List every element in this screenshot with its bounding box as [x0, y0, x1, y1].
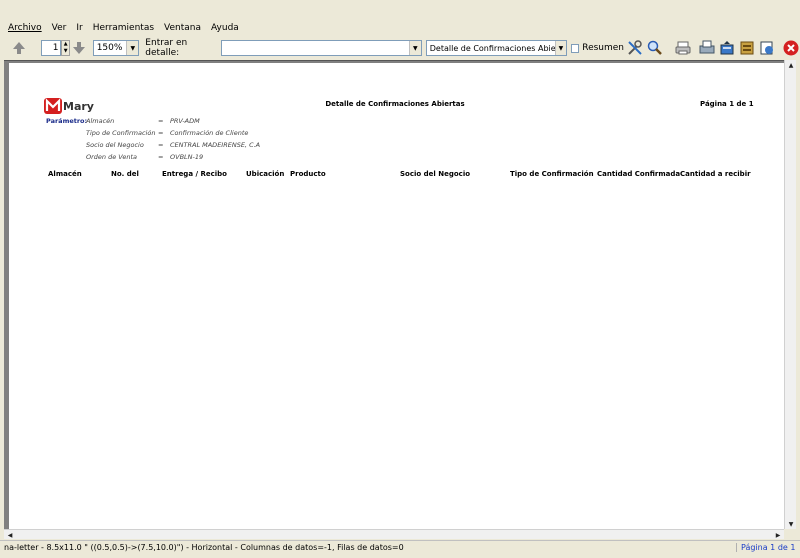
- param-equals: =: [158, 141, 164, 149]
- archive-icon: [740, 41, 754, 55]
- parameter-label: Parámetro:: [46, 117, 88, 125]
- column-header-no-del: No. del: [111, 170, 139, 178]
- report-value: Detalle de Confirmaciones Abiertas: [429, 43, 555, 53]
- zoom-value: 150%: [96, 43, 123, 53]
- spin-up-icon[interactable]: ▲: [62, 41, 68, 48]
- tools-icon: [628, 40, 642, 55]
- summary-label: Resumen: [582, 43, 625, 53]
- toolbar: 1 ▲ ▼ 150% ▼ Entrar en detalle: ▼ Detall…: [0, 37, 800, 59]
- report-page-number: Página 1 de 1: [700, 100, 754, 108]
- param-name: Almacén: [86, 117, 115, 125]
- vertical-scrollbar[interactable]: ▲ ▼: [784, 60, 796, 529]
- param-name: Orden de Venta: [86, 153, 138, 161]
- scroll-down-icon[interactable]: ▼: [785, 519, 797, 529]
- arrow-down-icon: [73, 42, 86, 54]
- status-bar: na-letter - 8.5x11.0 " ((0.5,0.5)->(7.5,…: [0, 540, 800, 554]
- param-name: Socio del Negocio: [86, 141, 144, 149]
- print-setup-icon: [699, 40, 715, 54]
- column-header-cantidad-recibir: Cantidad a recibir: [680, 170, 751, 178]
- status-text: na-letter - 8.5x11.0 " ((0.5,0.5)->(7.5,…: [4, 543, 404, 552]
- report-icon: [760, 41, 774, 55]
- scroll-right-icon[interactable]: ▶: [772, 530, 784, 540]
- page-down-button[interactable]: [72, 40, 87, 56]
- export-button[interactable]: [718, 39, 736, 57]
- arrow-up-icon: [13, 42, 26, 54]
- param-equals: =: [158, 153, 164, 161]
- param-name: Tipo de Confirmación: [86, 129, 156, 137]
- menu-ayuda[interactable]: Ayuda: [211, 23, 239, 33]
- zoom-select[interactable]: 150% ▼: [92, 40, 140, 56]
- close-icon: [783, 40, 799, 56]
- page-spinner[interactable]: ▲ ▼: [61, 40, 70, 56]
- save-report-button[interactable]: [758, 39, 776, 57]
- archive-button[interactable]: [738, 39, 756, 57]
- menu-herramientas[interactable]: Herramientas: [93, 23, 154, 33]
- page-number-field[interactable]: 1: [40, 40, 62, 56]
- summary-checkbox[interactable]: [570, 43, 580, 53]
- param-equals: =: [158, 129, 164, 137]
- chevron-down-icon[interactable]: ▼: [126, 41, 139, 55]
- chevron-down-icon[interactable]: ▼: [408, 41, 421, 55]
- scroll-left-icon[interactable]: ◀: [4, 530, 16, 540]
- menu-ventana[interactable]: Ventana: [164, 23, 201, 33]
- column-header-ubicacion: Ubicación: [246, 170, 285, 178]
- column-header-cantidad-confirmada: Cantidad Confirmada: [597, 170, 681, 178]
- param-value: OVBLN-19: [170, 153, 204, 161]
- close-button[interactable]: [782, 39, 800, 57]
- param-equals: =: [158, 117, 164, 125]
- param-value: PRV-ADM: [170, 117, 200, 125]
- print-preview-button[interactable]: [698, 39, 716, 57]
- param-value: Confirmación de Cliente: [170, 129, 249, 137]
- column-header-producto: Producto: [290, 170, 326, 178]
- column-header-socio: Socio del Negocio: [400, 170, 471, 178]
- menu-archivo[interactable]: Archivo: [8, 23, 42, 33]
- horizontal-scrollbar[interactable]: ◀ ▶: [4, 529, 784, 539]
- report-select[interactable]: Detalle de Confirmaciones Abiertas ▼: [425, 40, 567, 56]
- menu-ir[interactable]: Ir: [76, 23, 82, 33]
- menu-bar: Archivo Ver Ir Herramientas Ventana Ayud…: [0, 20, 800, 36]
- param-value: CENTRAL MADEIRENSE, C.A: [170, 141, 261, 149]
- page-up-button[interactable]: [12, 40, 27, 56]
- column-header-tipo-confirmacion: Tipo de Confirmación: [510, 170, 594, 178]
- column-header-entrega-recibo: Entrega / Recibo: [162, 170, 227, 178]
- detail-select[interactable]: ▼: [221, 40, 422, 56]
- report-title: Detalle de Confirmaciones Abiertas: [325, 100, 465, 108]
- status-page: Página 1 de 1: [736, 543, 800, 552]
- export-icon: [720, 41, 734, 55]
- column-header-almacen: Almacén: [48, 170, 82, 178]
- chevron-down-icon[interactable]: ▼: [555, 41, 566, 55]
- scroll-up-icon[interactable]: ▲: [785, 60, 797, 70]
- print-button[interactable]: [674, 39, 692, 57]
- menu-ver[interactable]: Ver: [52, 23, 67, 33]
- magnifier-icon: [647, 40, 662, 55]
- printer-icon: [675, 41, 691, 55]
- tools-button[interactable]: [626, 39, 644, 57]
- find-button[interactable]: [646, 39, 664, 57]
- detail-label: Entrar en detalle:: [145, 38, 188, 58]
- spin-down-icon[interactable]: ▼: [62, 48, 68, 55]
